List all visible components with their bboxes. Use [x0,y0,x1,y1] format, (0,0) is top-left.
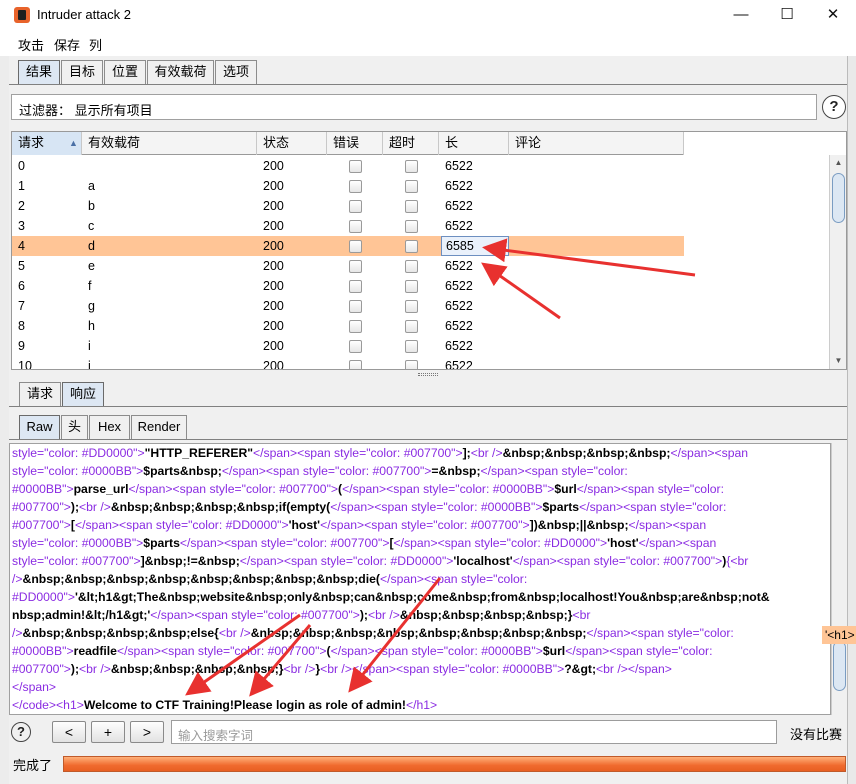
arrow-2 [481,262,561,320]
arrow-5 [348,577,442,693]
arrow-4 [249,624,312,697]
arrow-1 [482,238,696,277]
intruder-window: Intruder attack 2 — ☐ ✕ 攻击 保存 列 结果 目标 位置… [0,0,856,784]
arrow-3 [185,613,301,696]
annotation-arrows [185,238,696,697]
